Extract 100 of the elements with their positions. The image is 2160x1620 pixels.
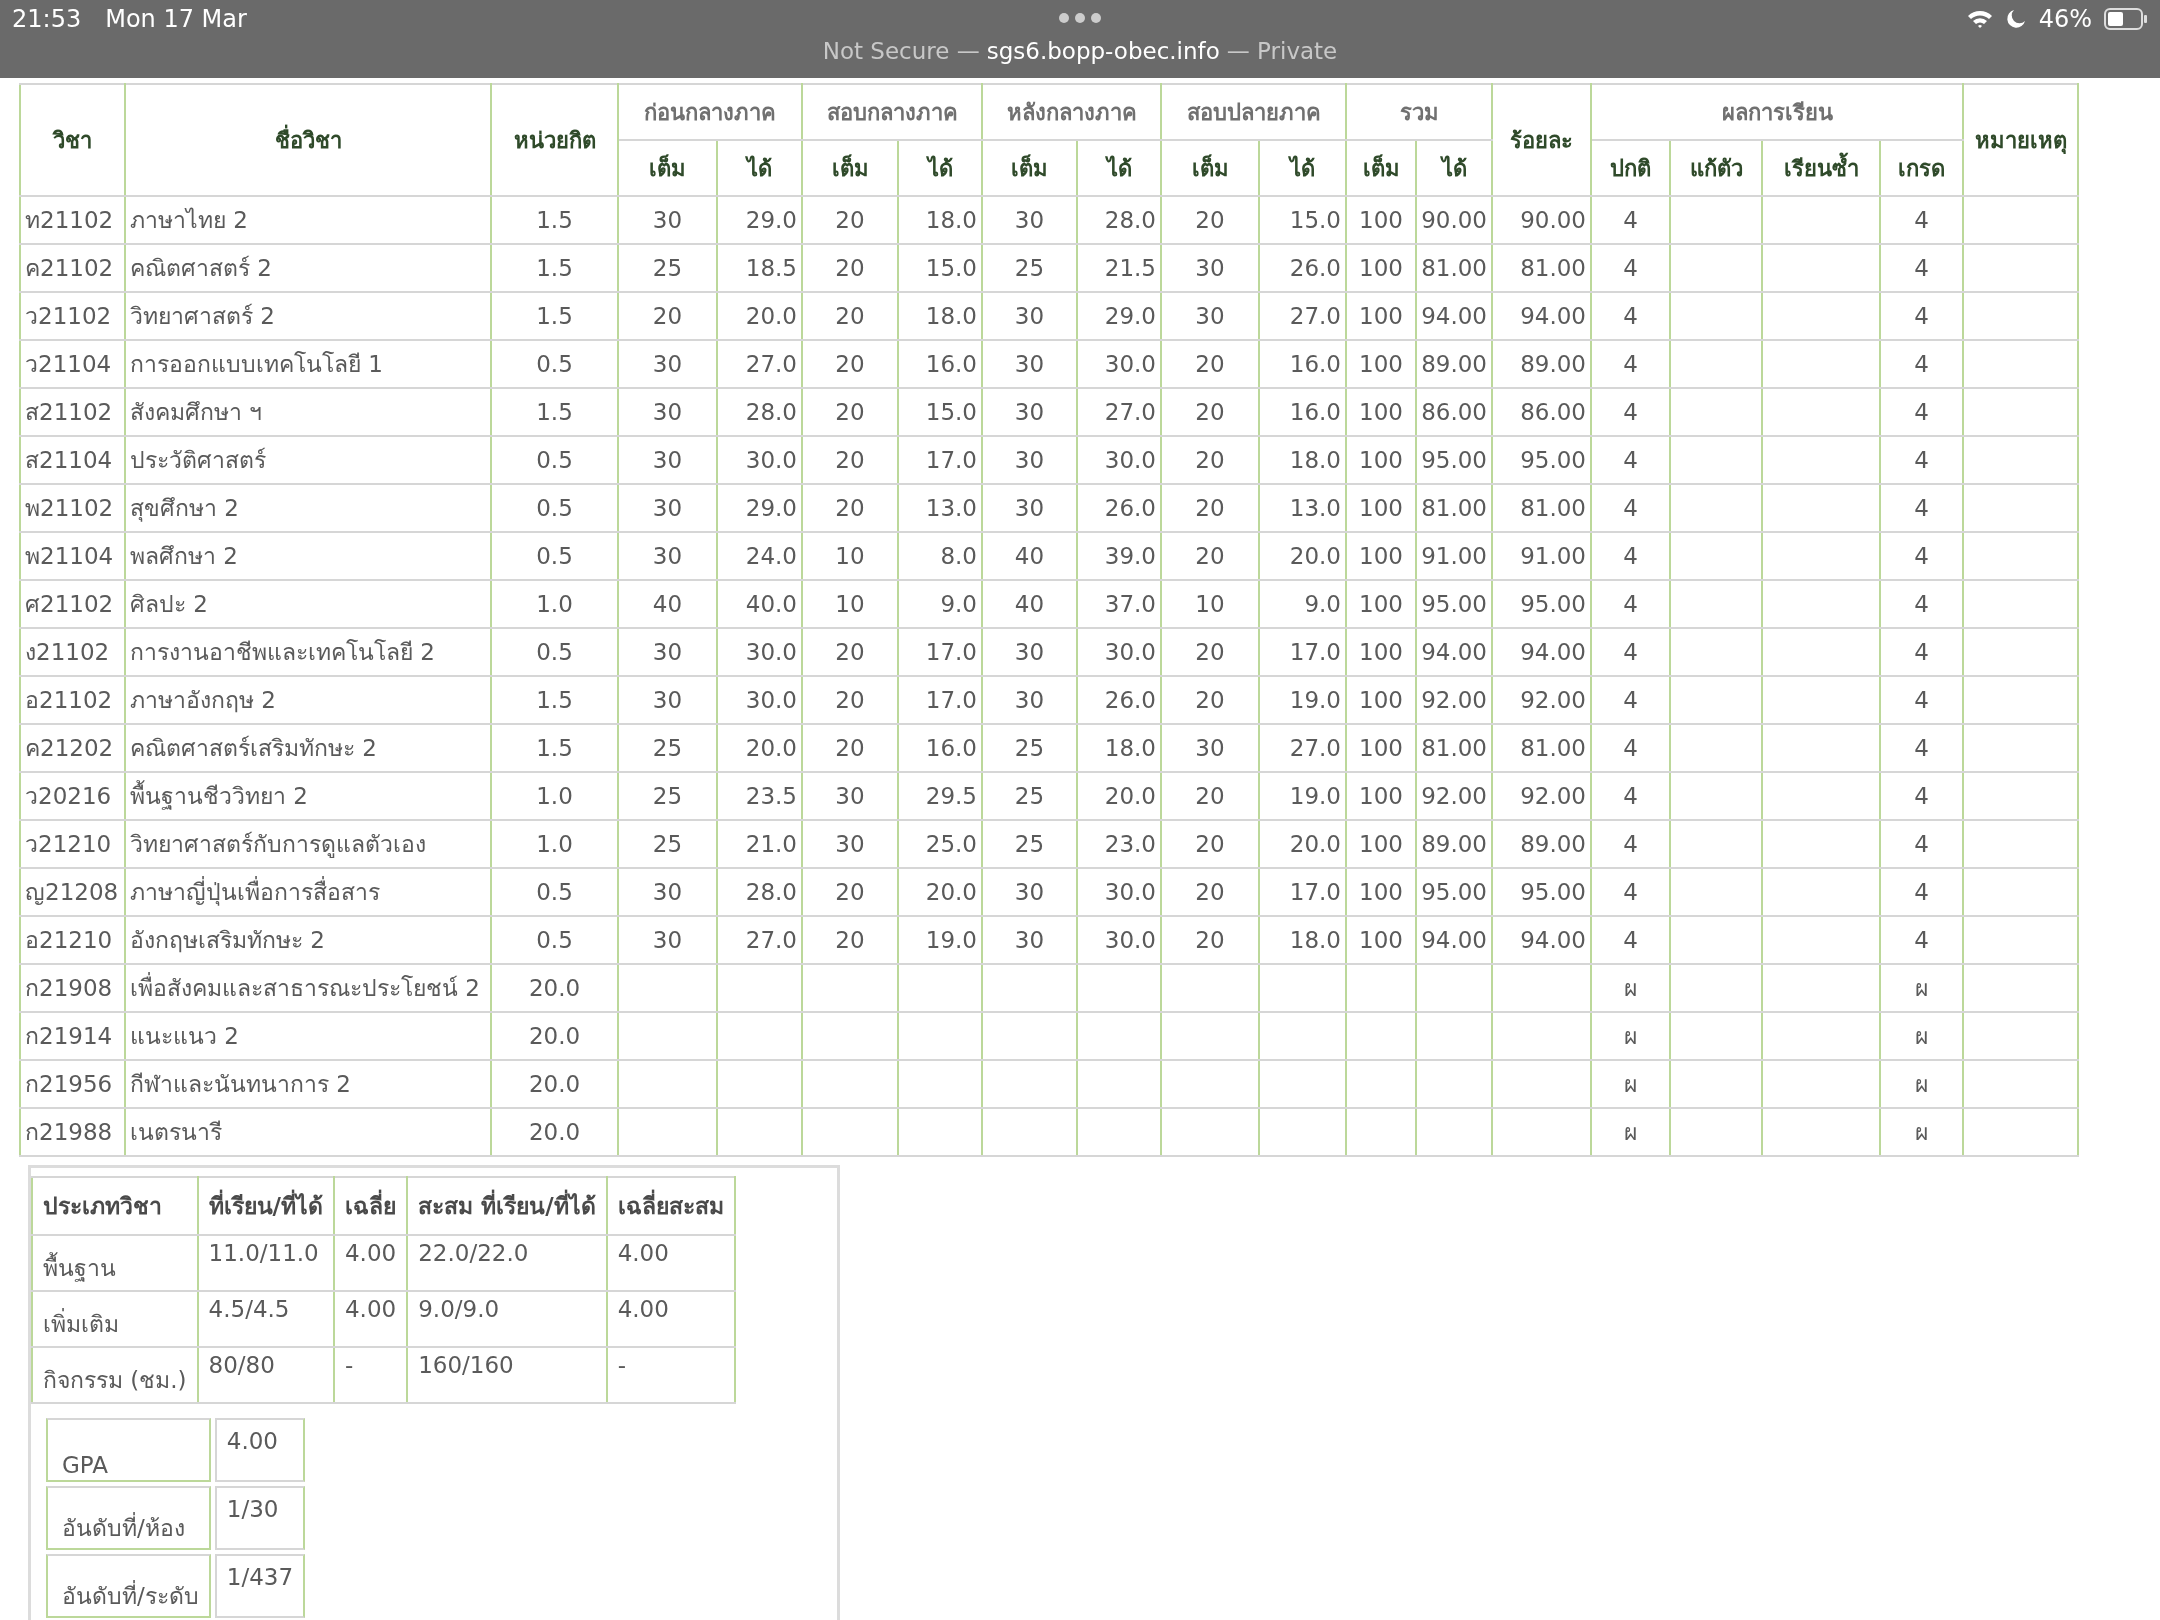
score-value: 100 bbox=[1359, 735, 1403, 761]
security-label: Not Secure — bbox=[822, 38, 980, 64]
score-value: 29.0 bbox=[1104, 303, 1156, 329]
score-value: 23.5 bbox=[745, 783, 797, 809]
score-value: 30 bbox=[1014, 927, 1045, 953]
credit-value: 1.5 bbox=[536, 687, 573, 713]
summary-value: 4.00 bbox=[617, 1240, 669, 1266]
score-value: 23.0 bbox=[1104, 831, 1156, 857]
score-value: 20 bbox=[1195, 495, 1225, 521]
score-value: 100 bbox=[1359, 351, 1403, 377]
credit-value: 1.0 bbox=[536, 831, 573, 857]
score-value: 20 bbox=[835, 879, 865, 905]
column-header: หมายเหตุ bbox=[1974, 127, 2067, 153]
score-value: 20 bbox=[835, 447, 865, 473]
percent-value: 90.00 bbox=[1520, 207, 1586, 233]
score-value: 37.0 bbox=[1104, 591, 1156, 617]
column-header: เต็ม bbox=[1362, 155, 1400, 181]
score-value: 30 bbox=[652, 639, 683, 665]
score-value: 92.00 bbox=[1421, 783, 1487, 809]
subject-code: ศ21102 bbox=[25, 591, 114, 617]
score-value: 30 bbox=[1014, 495, 1045, 521]
score-value: 30.0 bbox=[1104, 639, 1156, 665]
score-value: 17.0 bbox=[925, 687, 977, 713]
more-icon[interactable] bbox=[1058, 12, 1102, 24]
subject-name: ภาษาอังกฤษ 2 bbox=[130, 687, 276, 713]
subject-name: แนะแนว 2 bbox=[130, 1023, 239, 1049]
score-value: 30 bbox=[1195, 255, 1225, 281]
score-value: 27.0 bbox=[745, 927, 797, 953]
grade-value: ผ bbox=[1915, 975, 1928, 1001]
summary-value: 4.00 bbox=[345, 1296, 397, 1322]
column-header: เต็ม bbox=[649, 155, 686, 181]
credit-value: 1.5 bbox=[536, 255, 573, 281]
credit-value: 0.5 bbox=[536, 447, 573, 473]
score-value: 20 bbox=[1195, 543, 1225, 569]
score-value: 20.0 bbox=[1289, 831, 1341, 857]
score-value: 29.0 bbox=[745, 207, 797, 233]
credit-value: 20.0 bbox=[528, 1071, 581, 1097]
subject-code: ว21104 bbox=[25, 351, 112, 377]
score-value: 25 bbox=[1014, 831, 1045, 857]
score-value: 20 bbox=[1195, 399, 1225, 425]
status-date: Mon 17 Mar bbox=[105, 5, 247, 33]
score-value: 10 bbox=[1195, 591, 1225, 617]
score-value: 30 bbox=[1014, 639, 1045, 665]
score-value: 18.0 bbox=[925, 303, 977, 329]
subject-code: ว20216 bbox=[25, 783, 112, 809]
percent-value: 95.00 bbox=[1520, 591, 1586, 617]
grade-value: 4 bbox=[1623, 543, 1638, 569]
subject-code: ญ21208 bbox=[25, 879, 119, 905]
score-value: 27.0 bbox=[1104, 399, 1156, 425]
score-value: 30 bbox=[1014, 399, 1045, 425]
score-value: 20 bbox=[835, 495, 865, 521]
score-value: 30 bbox=[652, 351, 683, 377]
grade-value: 4 bbox=[1623, 351, 1638, 377]
subject-code: ค21102 bbox=[25, 255, 114, 281]
score-value: 100 bbox=[1359, 399, 1403, 425]
score-value: 40.0 bbox=[745, 591, 797, 617]
score-value: 20 bbox=[835, 735, 865, 761]
score-value: 25 bbox=[652, 255, 683, 281]
score-value: 30.0 bbox=[1104, 879, 1156, 905]
subject-name: ประวัติศาสตร์ bbox=[130, 447, 266, 473]
url-domain[interactable]: sgs6.bopp-obec.info bbox=[986, 38, 1220, 64]
score-value: 20 bbox=[835, 399, 865, 425]
grade-value: 4 bbox=[1623, 255, 1638, 281]
score-value: 26.0 bbox=[1104, 687, 1156, 713]
credit-value: 1.0 bbox=[536, 591, 573, 617]
score-value: 20 bbox=[1195, 927, 1225, 953]
score-value: 100 bbox=[1359, 879, 1403, 905]
subject-name: ภาษาไทย 2 bbox=[130, 207, 248, 233]
score-value: 100 bbox=[1359, 303, 1403, 329]
score-value: 30 bbox=[1014, 303, 1045, 329]
subject-name: คณิตศาสตร์ 2 bbox=[130, 255, 272, 281]
column-header: แก้ตัว bbox=[1689, 155, 1743, 181]
subject-name: สุขศึกษา 2 bbox=[130, 495, 239, 521]
score-value: 30.0 bbox=[1104, 351, 1156, 377]
subject-code: ก21908 bbox=[25, 975, 113, 1001]
score-value: 20.0 bbox=[745, 303, 797, 329]
column-header: ร้อยละ bbox=[1510, 127, 1573, 153]
score-value: 8.0 bbox=[940, 543, 977, 569]
score-value: 30 bbox=[652, 399, 683, 425]
score-value: 30 bbox=[1014, 687, 1045, 713]
score-value: 81.00 bbox=[1421, 735, 1487, 761]
score-value: 18.0 bbox=[1289, 447, 1341, 473]
score-value: 100 bbox=[1359, 255, 1403, 281]
score-value: 30.0 bbox=[745, 639, 797, 665]
percent-value: 95.00 bbox=[1520, 879, 1586, 905]
score-value: 18.0 bbox=[925, 207, 977, 233]
percent-value: 94.00 bbox=[1520, 303, 1586, 329]
grade-value: ผ bbox=[1624, 1119, 1637, 1145]
credit-value: 20.0 bbox=[528, 1023, 581, 1049]
column-header: เกรด bbox=[1898, 155, 1945, 181]
score-value: 20.0 bbox=[925, 879, 977, 905]
subject-name: คณิตศาสตร์เสริมทักษะ 2 bbox=[130, 735, 377, 761]
score-value: 30 bbox=[652, 495, 683, 521]
grade-value: 4 bbox=[1914, 303, 1929, 329]
grade-value: 4 bbox=[1914, 927, 1929, 953]
grade-value: 4 bbox=[1623, 399, 1638, 425]
score-value: 30 bbox=[652, 879, 683, 905]
grade-value: 4 bbox=[1914, 543, 1929, 569]
score-value: 30 bbox=[652, 447, 683, 473]
score-value: 30.0 bbox=[745, 687, 797, 713]
